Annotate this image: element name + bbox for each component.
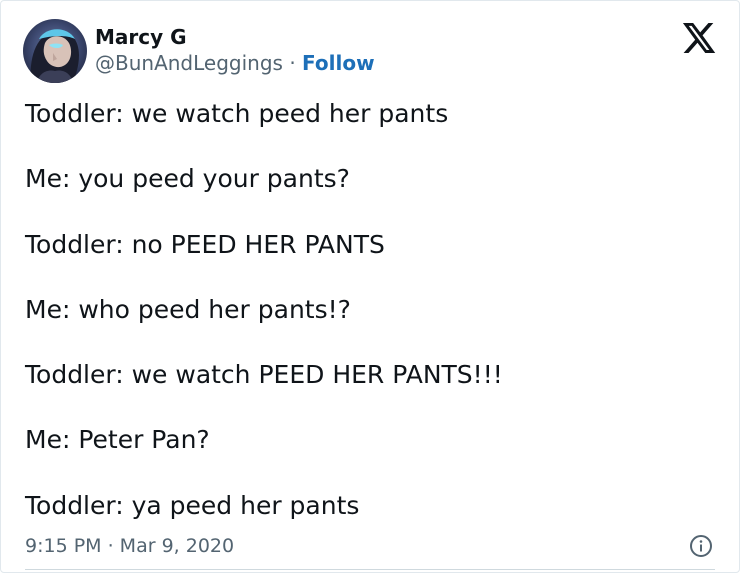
tweet-line: Me: you peed your pants? [25,164,350,194]
tweet-line: Toddler: ya peed her pants [25,490,360,520]
author-info: Marcy G @BunAndLeggings · Follow [95,24,375,76]
tweet-card: Marcy G @BunAndLeggings · Follow Toddler… [0,0,740,573]
tweet-line: Toddler: no PEED HER PANTS [25,229,385,259]
handle-separator: · [282,51,303,75]
tweet-header: Marcy G @BunAndLeggings · Follow [23,18,375,84]
author-name[interactable]: Marcy G [95,24,375,50]
tweet-line: Me: who peed her pants!? [25,294,351,324]
avatar-image [23,19,87,83]
tweet-text: Toddler: we watch peed her pants Me: you… [25,96,715,553]
tweet-line: Toddler: we watch PEED HER PANTS!!! [25,360,503,390]
x-logo-icon[interactable] [682,23,716,53]
tweet-timestamp[interactable]: 9:15 PM · Mar 9, 2020 [25,533,234,559]
avatar[interactable] [23,19,87,83]
follow-button[interactable]: Follow [302,51,375,75]
author-handle-line: @BunAndLeggings · Follow [95,50,375,76]
tweet-line: Me: Peter Pan? [25,425,210,455]
tweet-line: Toddler: we watch peed her pants [25,99,449,128]
divider [25,569,715,570]
info-icon[interactable] [689,534,713,558]
author-handle[interactable]: @BunAndLeggings [95,51,283,75]
